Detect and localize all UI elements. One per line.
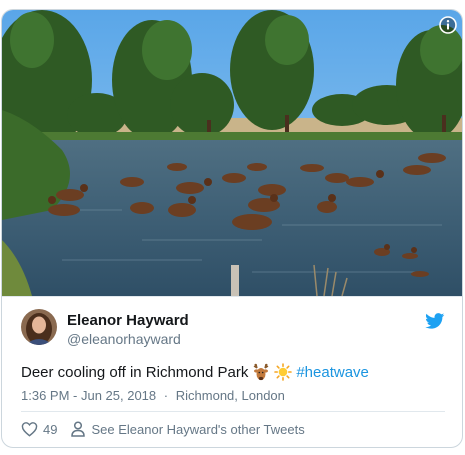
see-other-tweets-link[interactable]: See Eleanor Hayward's other Tweets xyxy=(91,422,304,437)
deer-face-icon xyxy=(253,363,269,381)
sun-icon xyxy=(274,363,293,381)
embedded-tweet-card[interactable]: Eleanor Hayward @eleanorhayward Deer coo… xyxy=(1,9,463,448)
twitter-bird-icon[interactable] xyxy=(425,313,445,329)
author-handle[interactable]: @eleanorhayward xyxy=(67,331,181,347)
meta-divider xyxy=(21,411,445,412)
tweet-text: Deer cooling off in Richmond Park #heatw… xyxy=(21,363,369,381)
photo-divider xyxy=(2,296,462,297)
heart-icon[interactable] xyxy=(21,421,38,437)
tweet-body: Deer cooling off in Richmond Park xyxy=(21,363,249,381)
like-count: 49 xyxy=(43,421,58,437)
author-name[interactable]: Eleanor Hayward xyxy=(67,312,189,329)
avatar[interactable] xyxy=(21,309,57,345)
info-icon[interactable] xyxy=(439,16,457,34)
tweet-meta: 1:36 PM - Jun 25, 2018 · Richmond, Londo… xyxy=(21,388,285,403)
tweet-photo[interactable] xyxy=(2,10,463,296)
person-icon[interactable] xyxy=(71,421,86,437)
hashtag-link[interactable]: #heatwave xyxy=(296,364,369,381)
meta-separator: · xyxy=(163,388,169,403)
tweet-location[interactable]: Richmond, London xyxy=(176,388,285,403)
tweet-actions: 49 See Eleanor Hayward's other Tweets xyxy=(21,421,305,437)
tweet-timestamp[interactable]: 1:36 PM - Jun 25, 2018 xyxy=(21,388,156,403)
